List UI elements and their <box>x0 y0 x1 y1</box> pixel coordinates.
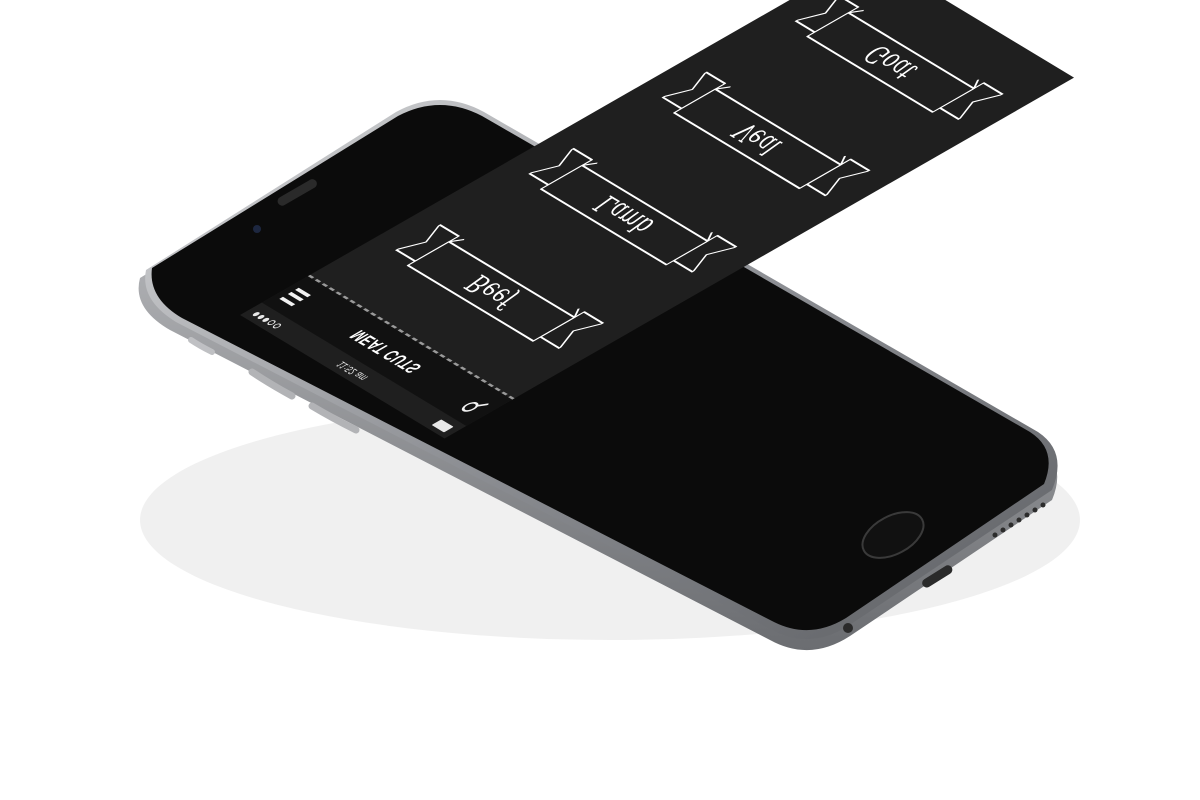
device-mockup: 11:52 am MEAT CUTS Beef Lamb Veal Goat <box>0 0 1200 800</box>
headphone-jack <box>843 623 853 633</box>
front-camera <box>253 225 261 233</box>
